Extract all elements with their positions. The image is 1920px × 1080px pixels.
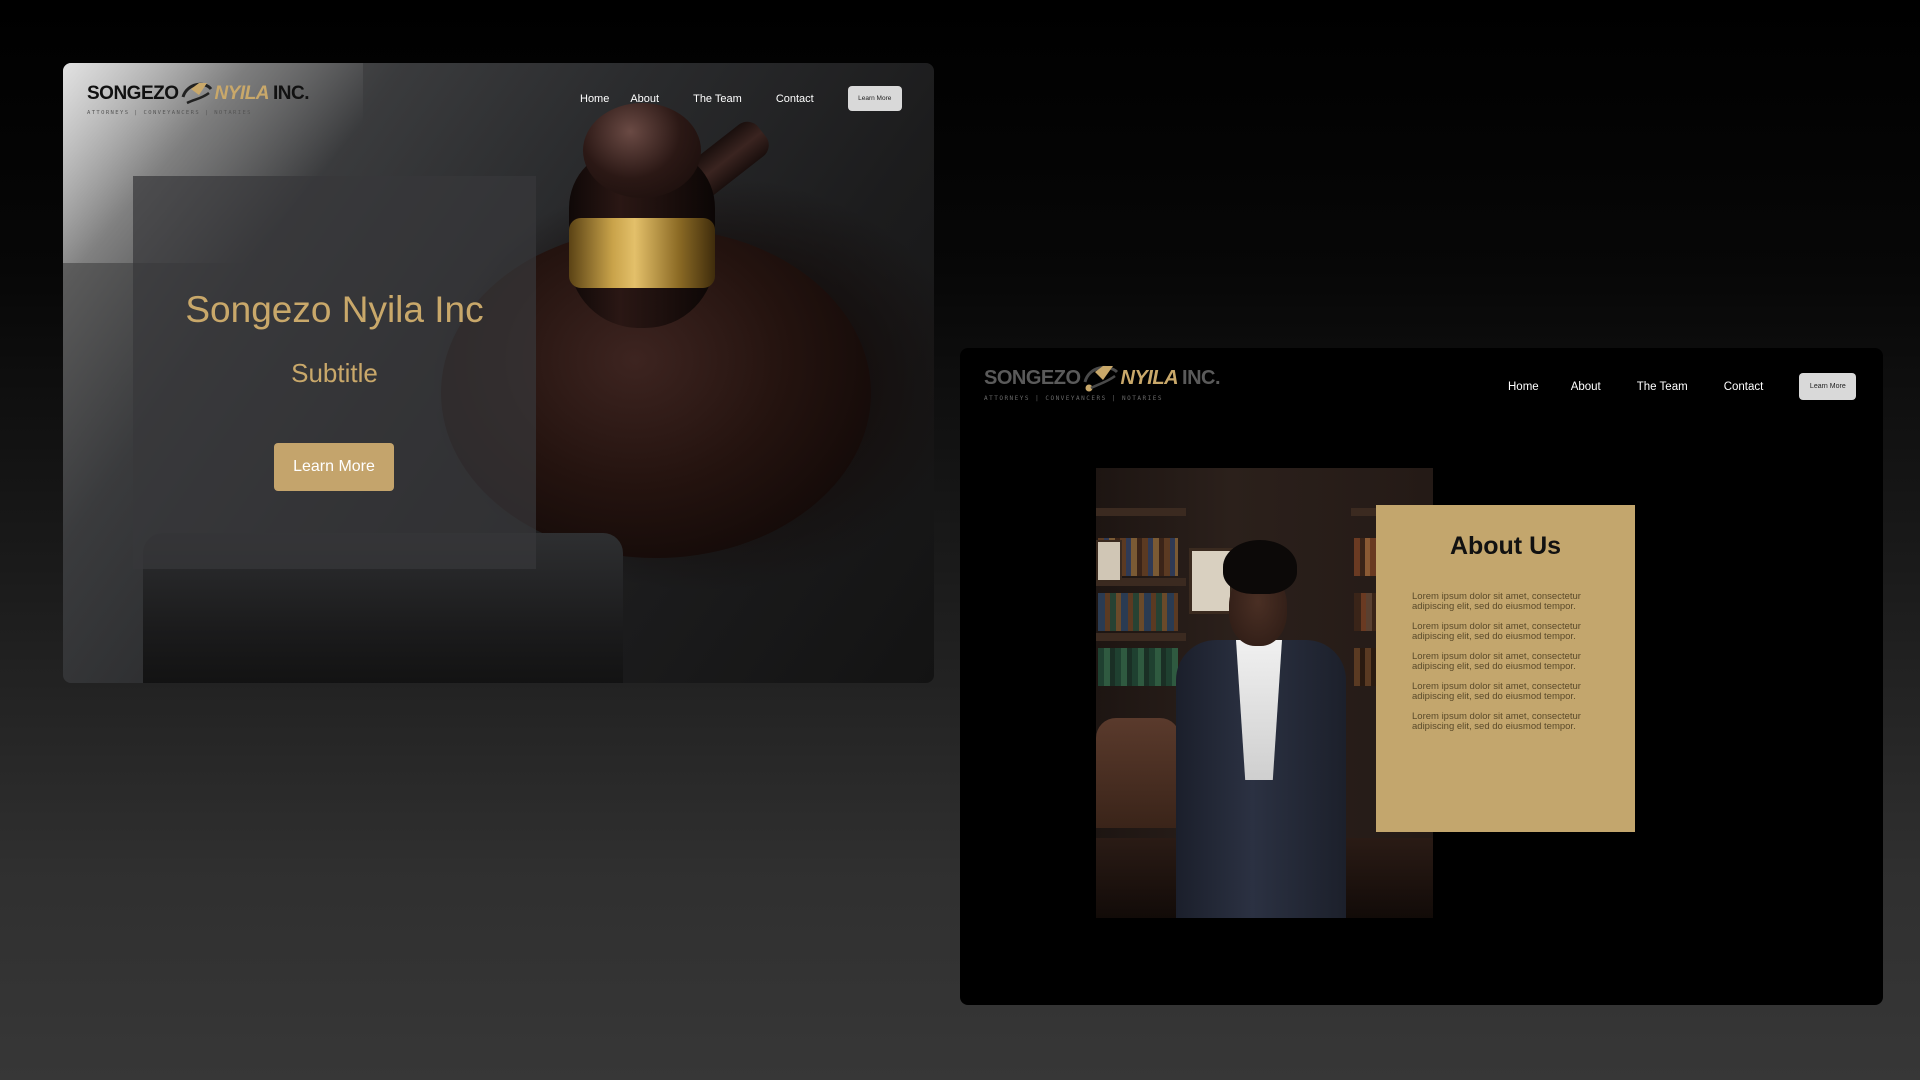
person-hair (1223, 540, 1297, 594)
nav-the-team[interactable]: The Team (1637, 381, 1688, 393)
about-mockup: SONGEZO NYILA INC. ATTORNEYS | CONVEYANC… (960, 348, 1883, 1005)
about-paragraph: Lorem ipsum dolor sit amet, consectetur a… (1412, 591, 1581, 612)
about-paragraph: Lorem ipsum dolor sit amet, consectetur a… (1412, 621, 1581, 642)
top-nav: Home About The Team Contact Learn More (1508, 373, 1857, 400)
nav-learn-more-button[interactable]: Learn More (1799, 373, 1857, 400)
hero-overlay-box: Songezo Nyila Inc Subtitle Learn More (133, 176, 536, 569)
hero-subtitle: Subtitle (291, 358, 378, 388)
logo[interactable]: SONGEZO NYILA INC. ATTORNEYS | CONVEYANC… (984, 362, 1221, 402)
hero-learn-more-button[interactable]: Learn More (274, 443, 394, 491)
logo-word-songezo: SONGEZO (87, 83, 179, 104)
nav-learn-more-button[interactable]: Learn More (847, 86, 902, 111)
nav-about[interactable]: About (630, 93, 659, 105)
nav-the-team[interactable]: The Team (693, 93, 742, 105)
hero-mockup: SONGEZO NYILA INC. ATTORNEYS | CONVEYANC… (63, 63, 934, 683)
logo-tagline: ATTORNEYS | CONVEYANCERS | NOTARIES (87, 110, 252, 116)
logo-word-inc: INC. (1182, 366, 1221, 389)
nav-contact[interactable]: Contact (776, 93, 814, 105)
top-nav: Home About The Team Contact Learn More (580, 86, 902, 111)
logo[interactable]: SONGEZO NYILA INC. ATTORNEYS | CONVEYANC… (87, 79, 310, 116)
logo-word-nyila: NYILA (214, 83, 270, 104)
about-paragraphs: Lorem ipsum dolor sit amet, consectetur a… (1412, 592, 1612, 742)
nav-home[interactable]: Home (580, 93, 609, 105)
about-card: About Us Lorem ipsum dolor sit amet, con… (1376, 505, 1635, 832)
scales-swoosh-icon (179, 79, 215, 109)
logo-tagline: ATTORNEYS | CONVEYANCERS | NOTARIES (984, 395, 1163, 402)
logo-word-songezo: SONGEZO (984, 366, 1081, 389)
about-title: About Us (1449, 532, 1562, 560)
leather-chair (1096, 718, 1180, 828)
about-paragraph: Lorem ipsum dolor sit amet, consectetur a… (1412, 711, 1581, 732)
nav-home[interactable]: Home (1508, 381, 1539, 393)
logo-word-nyila: NYILA (1120, 366, 1179, 389)
nav-contact[interactable]: Contact (1724, 381, 1764, 393)
gavel-icon (555, 103, 715, 343)
nav-about[interactable]: About (1571, 381, 1601, 393)
hero-title: Songezo Nyila Inc (185, 289, 484, 330)
about-paragraph: Lorem ipsum dolor sit amet, consectetur a… (1412, 651, 1581, 672)
logo-word-inc: INC. (273, 83, 310, 104)
scales-swoosh-icon (1081, 362, 1121, 394)
about-paragraph: Lorem ipsum dolor sit amet, consectetur a… (1412, 681, 1581, 702)
